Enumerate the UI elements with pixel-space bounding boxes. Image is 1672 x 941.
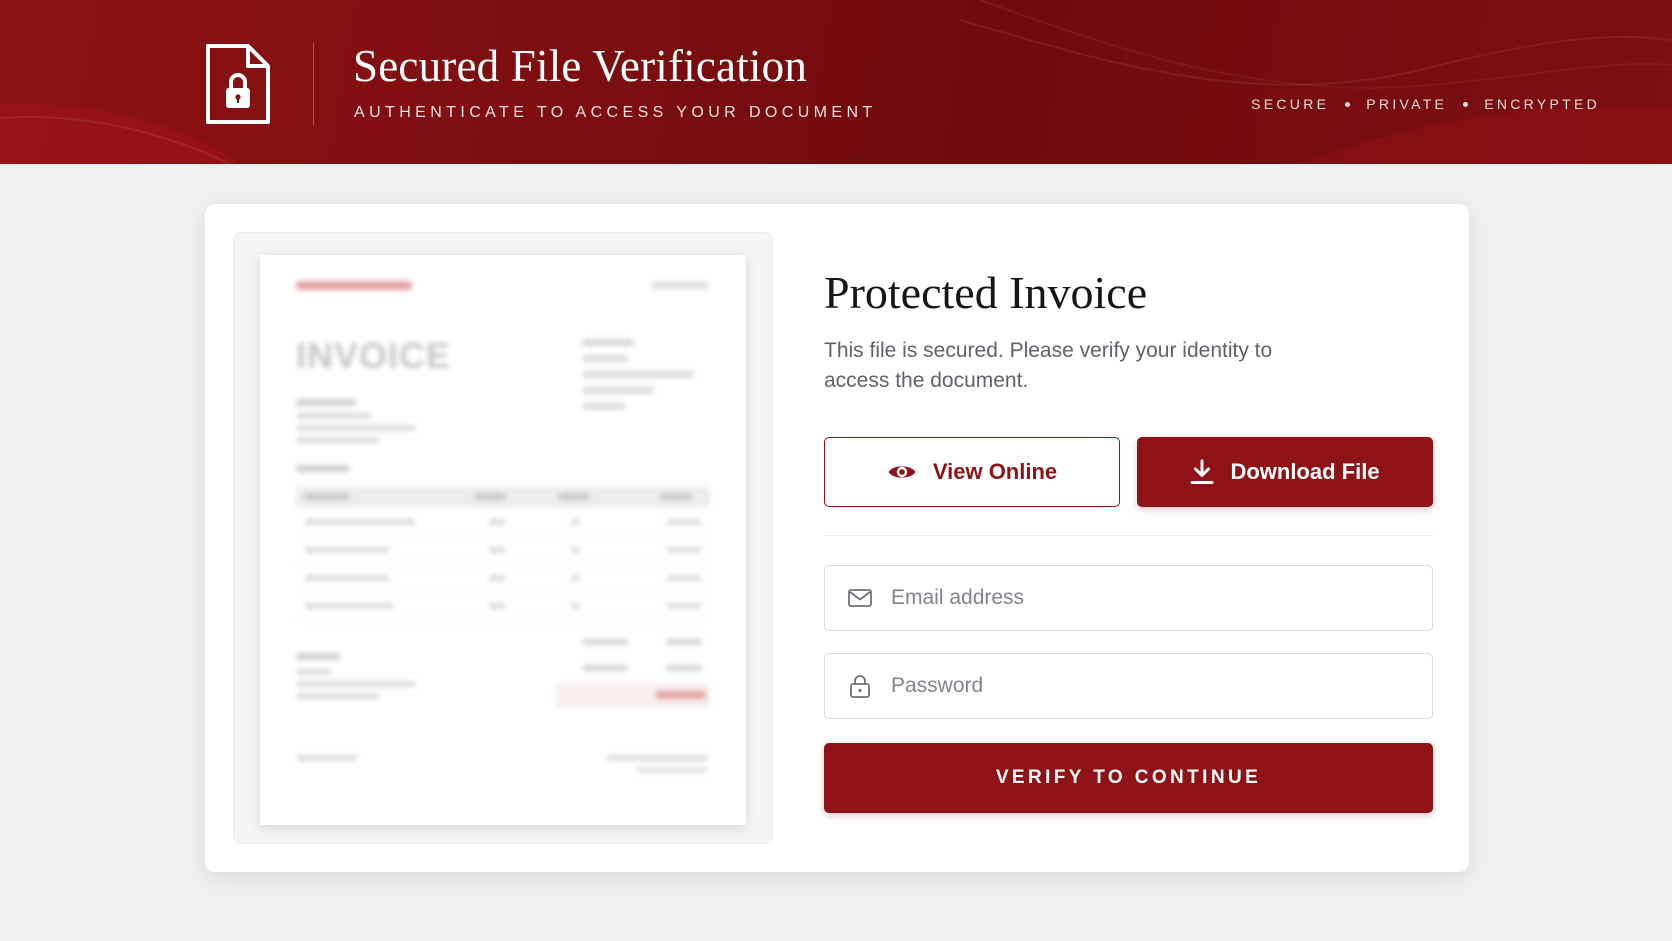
brand-divider (313, 42, 314, 126)
document-preview: INVOICE (233, 232, 773, 844)
tag-encrypted: ENCRYPTED (1484, 96, 1600, 112)
mail-icon (847, 585, 873, 611)
password-input[interactable] (891, 666, 1411, 706)
download-icon (1190, 459, 1214, 485)
file-lock-icon (206, 44, 270, 124)
page-subtitle: AUTHENTICATE TO ACCESS YOUR DOCUMENT (354, 104, 877, 121)
verification-card: INVOICE Protected Invoice This file is s… (205, 204, 1469, 872)
tag-separator-dot (1463, 101, 1469, 107)
blurred-invoice-preview: INVOICE (260, 255, 746, 825)
tag-separator-dot (1345, 101, 1351, 107)
page-header: Secured File Verification AUTHENTICATE T… (0, 0, 1672, 164)
view-online-label: View Online (932, 459, 1058, 484)
blurred-content: INVOICE (260, 255, 746, 825)
email-input[interactable] (891, 578, 1411, 618)
download-file-button[interactable]: Download File (1137, 437, 1433, 507)
lock-icon (847, 673, 873, 699)
security-tags: SECURE PRIVATE ENCRYPTED (1251, 96, 1600, 112)
blurred-invoice-heading: INVOICE (296, 335, 452, 376)
verify-button[interactable]: VERIFY TO CONTINUE (824, 743, 1433, 813)
password-field[interactable] (824, 653, 1433, 719)
tag-private: PRIVATE (1366, 96, 1448, 112)
page-title: Secured File Verification (353, 41, 808, 91)
section-divider (824, 535, 1433, 536)
tag-secure: SECURE (1251, 96, 1330, 112)
eye-icon (887, 462, 917, 482)
document-title: Protected Invoice (824, 267, 1148, 318)
email-field[interactable] (824, 565, 1433, 631)
download-file-label: Download File (1230, 459, 1380, 484)
document-description: This file is secured. Please verify your… (824, 339, 1273, 392)
view-online-button[interactable]: View Online (824, 437, 1120, 507)
